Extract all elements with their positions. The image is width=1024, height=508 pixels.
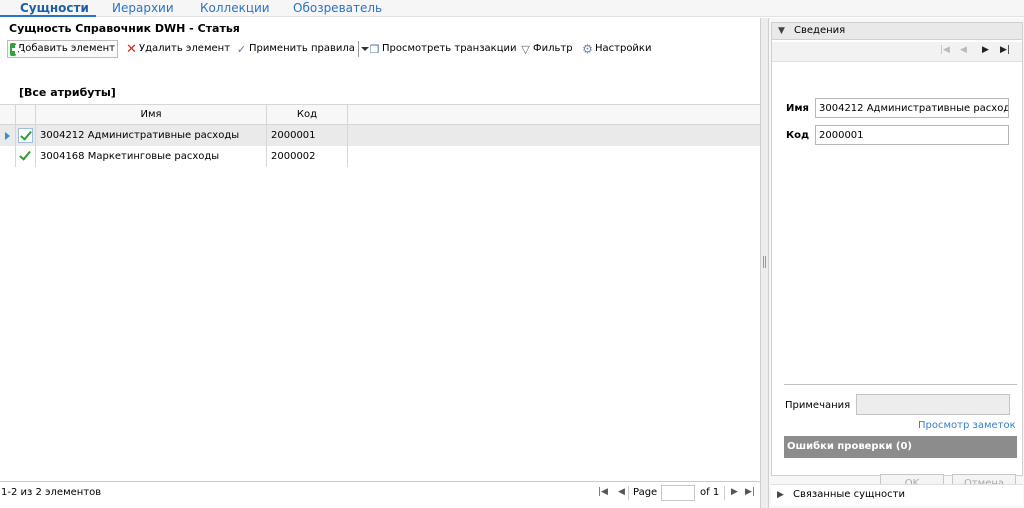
column-header-name[interactable]: Имя [36, 105, 267, 125]
plus-icon [10, 42, 22, 56]
first-page-icon[interactable]: |◀ [598, 487, 608, 497]
item-count: 1-2 из 2 элементов [1, 487, 102, 498]
pager-divider [628, 486, 629, 500]
details-pane: ▼ Сведения |◀ ◀ ▶ ▶| Имя Код Примечания … [769, 18, 1024, 508]
filter-icon: ▽ [521, 42, 530, 56]
attributes-selector[interactable]: [Все атрибуты] [19, 86, 116, 99]
chevron-right-icon: ▶ [777, 490, 784, 500]
first-record-icon[interactable]: |◀ [940, 45, 950, 55]
splitter-grip-icon [763, 256, 766, 268]
code-cell[interactable]: 2000002 [267, 146, 348, 167]
valid-check-icon [18, 128, 33, 143]
page-title: Сущность Справочник DWH - Статья [9, 22, 240, 35]
view-transactions-button[interactable]: ❐ Просмотреть транзакции [368, 40, 517, 58]
name-cell[interactable]: 3004212 Административные расходы [36, 125, 267, 146]
tab-collections[interactable]: Коллекции [200, 1, 270, 15]
rules-icon: ✓ [236, 42, 247, 56]
next-record-icon[interactable]: ▶ [982, 45, 989, 55]
code-cell[interactable]: 2000001 [267, 125, 348, 146]
section-divider [784, 384, 1017, 385]
notes-field[interactable] [856, 394, 1010, 415]
filter-button[interactable]: ▽ Фильтр [519, 40, 573, 58]
delete-element-button[interactable]: ✕ Удалить элемент [125, 40, 230, 58]
apply-rules-button[interactable]: ✓ Применить правила [235, 40, 369, 58]
code-field-label: Код [786, 130, 810, 141]
status-cell [16, 146, 36, 167]
transactions-icon: ❐ [369, 42, 380, 56]
delete-icon: ✕ [126, 41, 137, 57]
add-element-button[interactable]: Добавить элемент [7, 40, 118, 58]
prev-page-icon[interactable]: ◀ [618, 487, 625, 497]
name-cell[interactable]: 3004168 Маркетинговые расходы [36, 146, 267, 167]
page-label: Page [633, 487, 658, 498]
table-row[interactable]: 3004168 Маркетинговые расходы 2000002 [0, 146, 760, 167]
name-field-label: Имя [786, 103, 809, 114]
details-header[interactable]: ▼ Сведения [771, 22, 1023, 40]
grid-header: Имя Код [0, 104, 760, 125]
details-body: |◀ ◀ ▶ ▶| Имя Код Примечания Просмотр за… [771, 40, 1023, 494]
related-entities-header[interactable]: ▶ Связанные сущности [771, 484, 1023, 506]
validation-errors-bar[interactable]: Ошибки проверки (0) [784, 436, 1017, 458]
related-entities-label: Связанные сущности [793, 489, 905, 500]
tab-hierarchies[interactable]: Иерархии [112, 1, 174, 15]
pager: 1-2 из 2 элементов |◀ ◀ Page of 1 ▶ ▶| [0, 481, 760, 503]
top-navigation: Сущности Иерархии Коллекции Обозреватель [0, 0, 1024, 17]
details-header-label: Сведения [794, 25, 846, 36]
view-transactions-label: Просмотреть транзакции [382, 43, 517, 54]
tab-entities[interactable]: Сущности [20, 1, 89, 15]
table-row[interactable]: 3004212 Административные расходы 2000001 [0, 125, 760, 146]
status-header [16, 105, 36, 125]
active-tab-indicator [0, 15, 96, 17]
prev-record-icon[interactable]: ◀ [960, 45, 967, 55]
apply-rules-label: Применить правила [249, 43, 355, 54]
row-indicator-cell [0, 125, 16, 146]
tab-explorer[interactable]: Обозреватель [293, 1, 382, 15]
row-indicator-cell [0, 146, 16, 167]
next-page-icon[interactable]: ▶ [731, 487, 738, 497]
delete-element-label: Удалить элемент [139, 43, 231, 54]
column-header-code[interactable]: Код [267, 105, 348, 125]
last-page-icon[interactable]: ▶| [745, 487, 755, 497]
valid-check-icon [18, 149, 33, 164]
status-cell [16, 125, 36, 146]
row-indicator-header [0, 105, 16, 125]
filter-label: Фильтр [533, 43, 573, 54]
pane-splitter[interactable] [760, 18, 769, 508]
pager-divider [724, 486, 725, 500]
chevron-down-icon[interactable] [357, 41, 369, 57]
record-navigation: |◀ ◀ ▶ ▶| [772, 42, 1022, 62]
chevron-down-icon: ▼ [778, 26, 785, 36]
entity-grid: Имя Код 3004212 Административные расходы… [0, 104, 760, 167]
add-element-label: Добавить элемент [17, 43, 115, 54]
page-input[interactable] [661, 485, 695, 501]
code-field[interactable] [815, 125, 1009, 145]
notes-label: Примечания [785, 400, 851, 411]
last-record-icon[interactable]: ▶| [1000, 45, 1010, 55]
name-field[interactable] [815, 98, 1009, 118]
page-of-text: of 1 [700, 487, 720, 498]
view-notes-link[interactable]: Просмотр заметок [918, 420, 1016, 431]
entity-pane: Сущность Справочник DWH - Статья Добавит… [0, 18, 760, 508]
gear-icon: ⚙ [582, 41, 593, 56]
settings-label: Настройки [595, 43, 652, 54]
settings-button[interactable]: ⚙ Настройки [581, 40, 651, 58]
